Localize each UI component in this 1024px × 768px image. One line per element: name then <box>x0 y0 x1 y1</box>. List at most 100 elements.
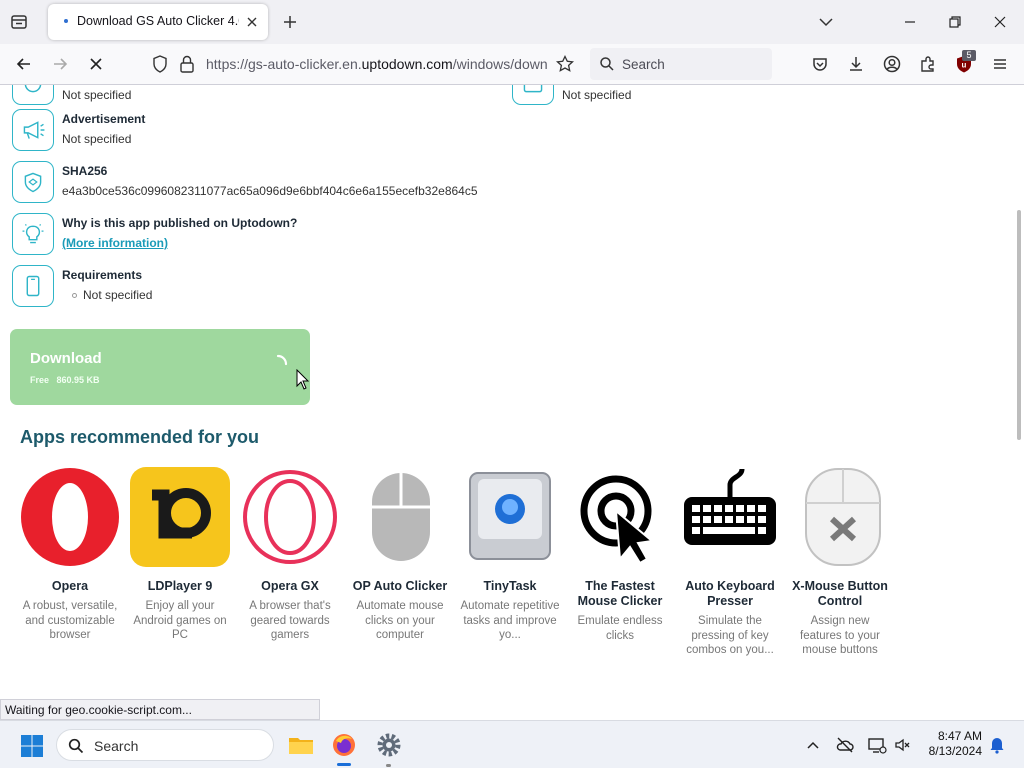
chevron-up-icon[interactable] <box>803 735 823 755</box>
url-text[interactable]: https://gs-auto-clicker.en.uptodown.com/… <box>206 56 548 72</box>
forward-arrow-icon[interactable] <box>50 54 70 74</box>
app-card-x-mouse-button-control[interactable]: X-Mouse Button Control Assign new featur… <box>785 467 895 658</box>
tab-title: Download GS Auto Clicker 4.0.1 <box>77 14 239 28</box>
page-scrollbar[interactable] <box>1017 210 1021 440</box>
running-app-indicator <box>386 764 391 767</box>
app-description: Automate mouse clicks on your computer <box>356 600 444 641</box>
menu-icon[interactable] <box>990 54 1010 74</box>
taskbar-search[interactable]: Search <box>56 729 274 761</box>
sha256-row: SHA256 e4a3b0ce536c0996082311077ac65a096… <box>12 161 492 205</box>
detail-label: Requirements <box>62 268 143 282</box>
app-description: Assign new features to your mouse button… <box>800 615 880 656</box>
system-clock[interactable]: 8:47 AM 8/13/2024 <box>918 729 982 759</box>
detail-label: Why is this app published on Uptodown? <box>62 216 298 230</box>
app-name: OP Auto Clicker <box>352 579 448 593</box>
tab-bar: Download GS Auto Clicker 4.0.1 <box>0 0 1024 44</box>
chevron-down-icon[interactable] <box>816 12 836 32</box>
clock-date: 8/13/2024 <box>928 744 982 758</box>
detail-value: Not specified <box>562 88 632 102</box>
recommended-title: Apps recommended for you <box>20 427 260 447</box>
app-description: A robust, versatile, and customizable br… <box>22 600 118 641</box>
detail-value: Not specified <box>62 132 132 146</box>
close-window-icon[interactable] <box>990 12 1010 32</box>
file-size: 860.95 KB <box>56 375 100 385</box>
requirement-text: Not specified <box>83 288 153 302</box>
app-card-opera[interactable]: Opera A robust, versatile, and customiza… <box>15 467 125 643</box>
megaphone-icon <box>12 109 54 151</box>
url-domain: uptodown.com <box>361 56 453 72</box>
app-card-ldplayer[interactable]: LDPlayer 9 Enjoy all your Android games … <box>125 467 235 643</box>
back-arrow-icon[interactable] <box>14 54 34 74</box>
svg-text:u: u <box>962 61 967 70</box>
shield-icon <box>12 161 54 203</box>
app-description: Enjoy all your Android games on PC <box>133 600 227 641</box>
app-description: Emulate endless clicks <box>577 615 663 642</box>
info-icon <box>12 85 54 105</box>
app-name: X-Mouse Button Control <box>792 579 888 608</box>
card-icon <box>512 85 554 105</box>
app-card-auto-keyboard-presser[interactable]: Auto Keyboard Presser Simulate the press… <box>675 467 785 658</box>
new-tab-icon[interactable] <box>280 12 300 32</box>
detail-value: Not specified <box>62 88 132 102</box>
stop-loading-icon[interactable] <box>86 54 106 74</box>
taskbar: Search 8:47 AM 8/13/2024 <box>0 720 1024 768</box>
settings-gear-icon[interactable] <box>375 731 403 759</box>
app-description: A browser that's geared towards gamers <box>249 600 331 641</box>
address-bar[interactable]: https://gs-auto-clicker.en.uptodown.com/… <box>142 48 584 80</box>
bullet-icon <box>72 293 77 299</box>
windows-start-icon[interactable] <box>20 734 44 758</box>
clock-time: 8:47 AM <box>937 729 982 743</box>
lightbulb-icon <box>12 213 54 255</box>
download-label: Download <box>30 350 102 367</box>
bookmark-star-icon[interactable] <box>555 54 575 74</box>
shield-icon[interactable] <box>150 54 170 74</box>
app-card-fastest-mouse-clicker[interactable]: The Fastest Mouse Clicker Emulate endles… <box>565 467 675 643</box>
active-tab[interactable]: Download GS Auto Clicker 4.0.1 <box>48 4 268 40</box>
active-app-indicator <box>337 763 351 766</box>
firefox-icon[interactable] <box>330 731 358 759</box>
app-card-op-auto-clicker[interactable]: OP Auto Clicker Automate mouse clicks on… <box>345 467 455 643</box>
download-icon[interactable] <box>846 54 866 74</box>
app-card-tinytask[interactable]: TinyTask Automate repetitive tasks and i… <box>455 467 565 643</box>
url-prefix: https://gs-auto-clicker.en. <box>206 56 362 72</box>
close-tab-icon[interactable] <box>244 14 260 30</box>
restore-icon[interactable] <box>945 12 965 32</box>
app-description: Simulate the pressing of key combos on y… <box>686 615 774 656</box>
app-name: TinyTask <box>483 579 537 593</box>
onedrive-offline-icon[interactable] <box>835 735 855 755</box>
detail-row-right: Not specified <box>512 85 712 107</box>
file-explorer-icon[interactable] <box>287 731 315 759</box>
search-input[interactable]: Search <box>590 48 772 80</box>
download-button[interactable]: Download Free 860.95 KB <box>10 329 310 405</box>
network-icon[interactable] <box>867 735 887 755</box>
detail-row: Not specified <box>12 85 492 107</box>
pocket-icon[interactable] <box>810 54 830 74</box>
ldplayer-icon <box>130 467 230 567</box>
advertisement-row: Advertisement Not specified <box>12 109 492 153</box>
app-name: The Fastest Mouse Clicker <box>577 579 663 608</box>
url-suffix: /windows/download <box>452 56 548 72</box>
opera-icon <box>21 468 119 566</box>
sha256-value: e4a3b0ce536c0996082311077ac65a096d9e6bbf… <box>62 184 478 198</box>
tab-list-icon[interactable] <box>9 12 29 32</box>
minimize-icon[interactable] <box>900 12 920 32</box>
requirements-row: Requirements Not specified <box>12 265 492 309</box>
more-information-link[interactable]: (More information) <box>62 236 168 250</box>
phone-icon <box>12 265 54 307</box>
mouse-icon <box>372 473 430 561</box>
web-page: Not specified Not specified Advertisemen… <box>0 85 1024 720</box>
search-placeholder: Search <box>622 57 665 72</box>
volume-muted-icon[interactable] <box>893 735 913 755</box>
detail-value: Not specified <box>72 288 152 302</box>
detail-label: SHA256 <box>62 164 108 178</box>
account-icon[interactable] <box>882 54 902 74</box>
mouse-pointer-icon <box>296 369 310 390</box>
price-label: Free <box>30 375 50 385</box>
extensions-icon[interactable] <box>918 54 938 74</box>
notification-bell-icon[interactable] <box>987 735 1007 755</box>
app-card-opera-gx[interactable]: Opera GX A browser that's geared towards… <box>235 467 345 643</box>
loading-spinner-icon <box>276 354 288 366</box>
x-mouse-icon <box>805 468 881 566</box>
app-name: LDPlayer 9 <box>147 579 213 593</box>
lock-icon[interactable] <box>178 54 196 74</box>
